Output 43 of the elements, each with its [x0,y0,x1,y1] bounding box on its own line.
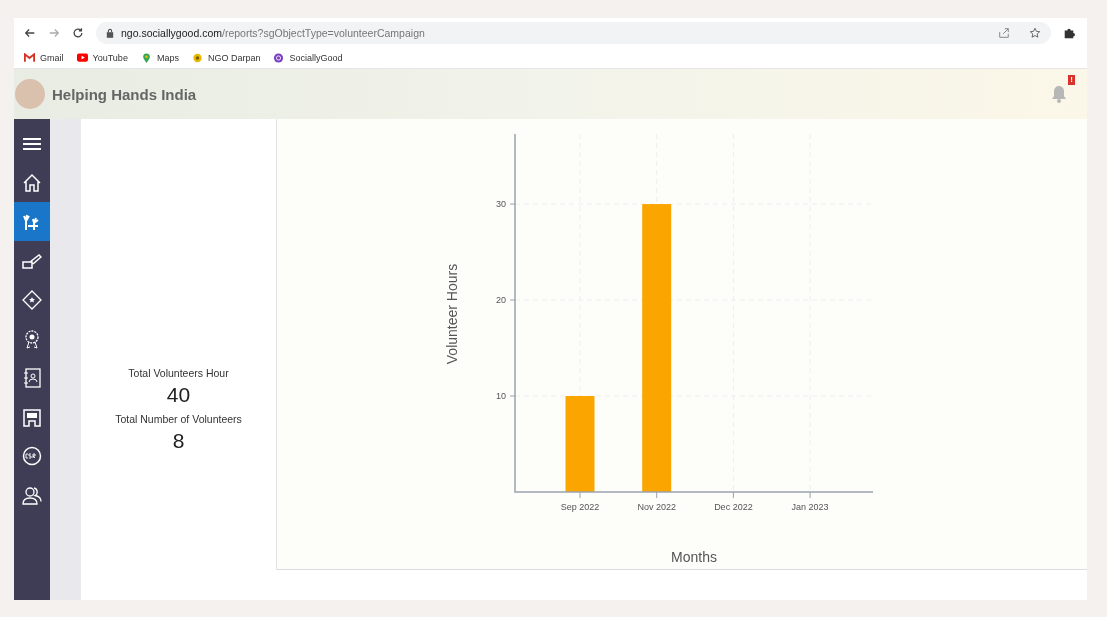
users-icon [22,484,43,505]
y-tick [509,299,516,301]
star-badge-icon [22,289,43,310]
bookmark-link[interactable]: Maps [140,53,179,63]
x-tick-label: Nov 2022 [637,502,676,512]
back-icon[interactable] [24,27,36,39]
y-tick [509,203,516,205]
envelope-icon [24,53,35,63]
y-axis-title: Volunteer Hours [444,263,460,365]
home-icon [22,172,43,193]
circle-logo-icon [273,53,285,63]
stat-label: Total Number of Volunteers [115,413,242,425]
y-tick-label: 10 [496,391,506,401]
y-tick [509,395,516,397]
x-axis-title: Months [671,549,717,565]
address-bar[interactable]: ngo.sociallygood.com/reports?sgObjectType=volunteerCampaign [96,22,1051,44]
map-pin-icon [140,53,152,63]
x-tick-label: Sep 2022 [560,502,600,512]
contact-book-icon [22,367,43,388]
stat-label: Total Volunteers Hour [128,367,229,379]
bookmark-link[interactable]: YouTube [76,53,128,63]
notification-badge: ! [1068,75,1075,85]
bookmark-link[interactable]: SociallyGood [273,53,343,63]
stat-value: 8 [172,429,185,453]
emblem-icon [191,53,203,63]
organization-name: Helping Hands India [52,85,197,103]
lock-icon [106,28,114,38]
sidebar-item[interactable] [14,202,51,241]
puzzle-icon[interactable] [1063,27,1075,39]
play-icon [76,53,88,63]
csr-circle-icon [22,445,43,466]
reload-icon[interactable] [72,27,84,39]
share-icon[interactable] [998,27,1010,39]
star-icon[interactable] [1029,27,1041,39]
x-tick-label: Jan 2023 [791,502,829,512]
stat-value: 40 [166,383,191,407]
building-icon [22,406,43,427]
y-tick-label: 30 [496,199,506,210]
y-tick-label: 20 [496,295,506,306]
logo-photo [15,79,45,109]
bookmark-link[interactable]: NGO Darpan [191,53,261,63]
bookmark-link[interactable]: Gmail [24,53,64,63]
x-tick-label: Dec 2022 [714,502,753,512]
